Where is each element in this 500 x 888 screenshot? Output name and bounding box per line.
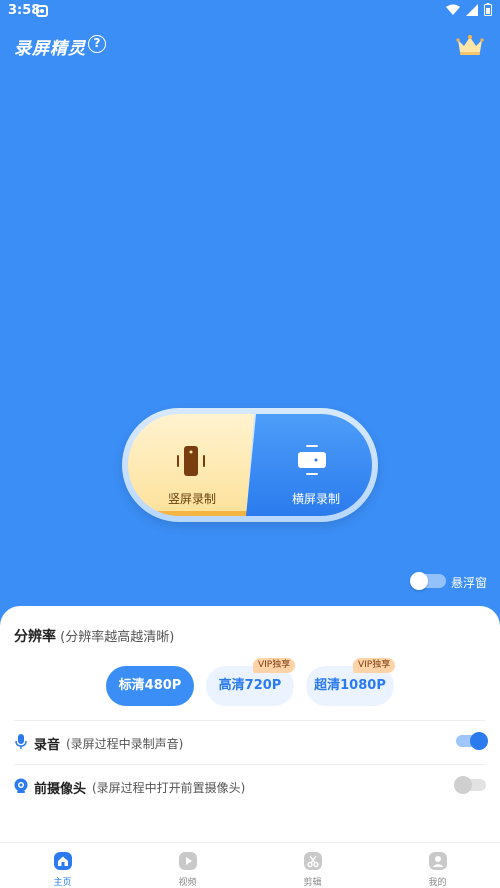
front-camera-row: 前摄像头 (录屏过程中打开前置摄像头) (14, 766, 486, 806)
app-title: 录屏精灵 (14, 39, 86, 59)
crown-icon[interactable] (456, 34, 484, 56)
status-notification-icon (36, 5, 48, 17)
help-icon[interactable]: ? (88, 35, 106, 53)
divider (14, 720, 486, 721)
landscape-phone-icon (298, 445, 326, 475)
camera-icon (14, 778, 28, 793)
wifi-icon (446, 4, 460, 15)
portrait-record-label: 竖屏录制 (168, 492, 217, 506)
microphone-icon (15, 734, 27, 749)
scissors-icon (303, 852, 322, 870)
play-icon (178, 852, 197, 870)
nav-edit[interactable]: 剪辑 (250, 843, 375, 888)
app-screen: 3:58 录屏精灵 ? 竖屏录制 横屏录制 悬浮窗 分辨率 (分辨率越高越清晰)… (0, 0, 500, 888)
audio-title: 录音 (34, 738, 61, 753)
settings-panel: 分辨率 (分辨率越高越清晰) 标清480P 高清720P 超清1080P VIP… (0, 606, 500, 842)
nav-video[interactable]: 视频 (125, 843, 250, 888)
audio-description: (录屏过程中录制声音) (66, 737, 184, 751)
user-icon (428, 852, 447, 870)
nav-profile[interactable]: 我的 (375, 843, 500, 888)
front-camera-title: 前摄像头 (34, 782, 87, 797)
status-right-icons (446, 3, 492, 16)
resolution-480p-button[interactable]: 标清480P (106, 666, 194, 706)
bottom-navigation: 主页 视频 剪辑 我的 (0, 842, 500, 888)
battery-icon (484, 3, 492, 16)
landscape-record-label: 横屏录制 (292, 492, 341, 506)
record-pill-inner: 竖屏录制 横屏录制 (128, 414, 372, 516)
vip-badge-1080p: VIP独享 (353, 658, 396, 673)
front-camera-toggle[interactable] (454, 776, 486, 794)
resolution-subtitle: (分辨率越高越清晰) (60, 630, 175, 645)
audio-toggle[interactable] (456, 732, 488, 750)
nav-home[interactable]: 主页 (0, 843, 125, 888)
front-camera-description: (录屏过程中打开前置摄像头) (92, 781, 246, 795)
record-mode-selector: 竖屏录制 横屏录制 (122, 408, 378, 522)
floating-window-toggle[interactable] (410, 572, 446, 590)
nav-video-label: 视频 (178, 878, 197, 888)
divider (14, 764, 486, 765)
vip-badge-720p: VIP独享 (253, 658, 296, 673)
resolution-title: 分辨率 (14, 629, 56, 645)
signal-icon (466, 3, 478, 16)
floating-window-label: 悬浮窗 (451, 576, 488, 590)
portrait-phone-icon (177, 446, 205, 476)
status-bar: 3:58 (0, 0, 500, 22)
audio-row: 录音 (录屏过程中录制声音) (14, 722, 488, 762)
nav-home-label: 主页 (53, 878, 72, 888)
nav-profile-label: 我的 (428, 878, 447, 888)
home-icon (53, 852, 72, 870)
resolution-heading: 分辨率 (分辨率越高越清晰) (14, 626, 174, 646)
nav-edit-label: 剪辑 (303, 878, 322, 888)
